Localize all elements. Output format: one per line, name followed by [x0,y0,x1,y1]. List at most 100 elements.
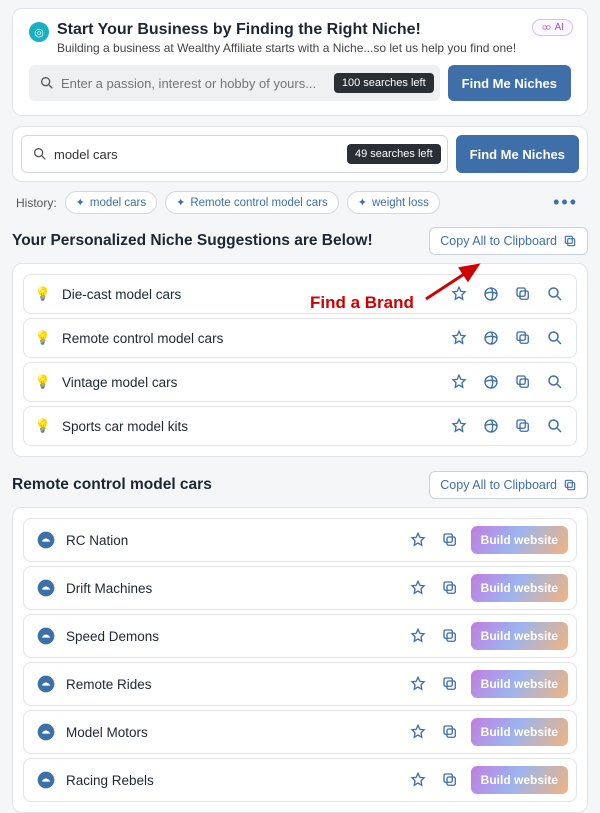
promo-title: Start Your Business by Finding the Right… [57,21,516,39]
brand-icon [36,626,56,646]
lightbulb-icon: 💡 [34,373,52,391]
brand-icon [36,722,56,742]
favorite-button[interactable] [407,769,429,791]
find-brand-button[interactable] [480,415,502,437]
brand-row: Speed Demons Build website [23,614,577,658]
brand-row: Drift Machines Build website [23,566,577,610]
favorite-button[interactable] [407,673,429,695]
brand-label: Drift Machines [66,581,397,596]
copy-button[interactable] [439,721,461,743]
copy-button[interactable] [439,673,461,695]
copy-button[interactable] [512,327,534,349]
history-chip-label: Remote control model cars [190,197,327,209]
search-button[interactable] [544,371,566,393]
history-row: History: ✦model cars✦Remote control mode… [16,190,584,215]
copy-icon [563,234,577,248]
search-button[interactable] [544,283,566,305]
copy-all-suggestions-button[interactable]: Copy All to Clipboard [429,227,588,255]
main-search-input[interactable] [48,147,347,162]
brand-label: Model Motors [66,725,397,740]
lightbulb-icon: 💡 [34,417,52,435]
brand-icon [36,674,56,694]
promo-icon: ◎ [29,22,49,42]
brands-section: Remote control model cars Copy All to Cl… [12,471,588,813]
favorite-button[interactable] [448,327,470,349]
brand-label: RC Nation [66,533,397,548]
suggestion-row: 💡 Die-cast model cars [23,274,577,314]
suggestion-row: 💡 Remote control model cars [23,318,577,358]
copy-button[interactable] [512,415,534,437]
tag-icon: ✦ [176,196,185,209]
promo-find-button[interactable]: Find Me Niches [448,65,571,101]
promo-search-counter: 100 searches left [334,73,434,93]
brand-icon [36,578,56,598]
lightbulb-icon: 💡 [34,329,52,347]
tag-icon: ✦ [76,196,85,209]
history-chip[interactable]: ✦ Remote control model cars [165,191,339,214]
ai-badge: AI [532,19,573,36]
history-chip[interactable]: ✦model cars [65,191,157,214]
copy-button[interactable] [439,577,461,599]
build-website-button[interactable]: Build website [471,718,568,746]
find-brand-button[interactable] [480,283,502,305]
promo-search-input[interactable] [55,76,334,91]
brand-label: Speed Demons [66,629,397,644]
search-icon [39,75,55,91]
copy-button[interactable] [512,283,534,305]
copy-button[interactable] [439,529,461,551]
favorite-button[interactable] [407,625,429,647]
suggestion-label: Die-cast model cars [62,287,438,302]
brand-label: Racing Rebels [66,773,397,788]
suggestion-row: 💡 Sports car model kits [23,406,577,446]
lightbulb-icon: 💡 [34,285,52,303]
brand-icon [36,530,56,550]
suggestion-label: Remote control model cars [62,331,438,346]
copy-button[interactable] [439,769,461,791]
copy-icon [563,478,577,492]
promo-search-box[interactable]: 100 searches left [29,65,440,101]
copy-all-brands-button[interactable]: Copy All to Clipboard [429,471,588,499]
promo-card: AI ◎ Start Your Business by Finding the … [12,8,588,116]
copy-button[interactable] [512,371,534,393]
brand-row: Racing Rebels Build website [23,758,577,802]
suggestions-title: Your Personalized Niche Suggestions are … [12,232,373,250]
favorite-button[interactable] [448,371,470,393]
main-find-button[interactable]: Find Me Niches [456,135,579,173]
main-search-box[interactable]: 49 searches left [21,135,448,173]
search-icon [32,146,48,162]
tag-icon: ✦ [358,196,367,209]
favorite-button[interactable] [448,283,470,305]
brand-row: RC Nation Build website [23,518,577,562]
search-button[interactable] [544,415,566,437]
copy-button[interactable] [439,625,461,647]
suggestions-section: Your Personalized Niche Suggestions are … [12,227,588,457]
history-more-button[interactable]: ••• [547,190,584,215]
build-website-button[interactable]: Build website [471,574,568,602]
brand-row: Remote Rides Build website [23,662,577,706]
brand-row: Model Motors Build website [23,710,577,754]
find-brand-button[interactable] [480,371,502,393]
favorite-button[interactable] [407,577,429,599]
promo-subtitle: Building a business at Wealthy Affiliate… [57,41,516,55]
main-search-card: 49 searches left Find Me Niches [12,126,588,182]
find-brand-button[interactable] [480,327,502,349]
brand-label: Remote Rides [66,677,397,692]
suggestion-label: Sports car model kits [62,419,438,434]
favorite-button[interactable] [448,415,470,437]
favorite-button[interactable] [407,529,429,551]
brand-icon [36,770,56,790]
brands-title: Remote control model cars [12,476,212,494]
build-website-button[interactable]: Build website [471,670,568,698]
suggestions-panel: 💡 Die-cast model cars 💡 Remote control mode… [12,263,588,457]
build-website-button[interactable]: Build website [471,526,568,554]
suggestion-label: Vintage model cars [62,375,438,390]
build-website-button[interactable]: Build website [471,622,568,650]
favorite-button[interactable] [407,721,429,743]
search-button[interactable] [544,327,566,349]
history-label: History: [16,196,57,210]
history-chip[interactable]: ✦weight loss [347,191,440,214]
main-search-counter: 49 searches left [347,144,441,164]
brands-panel: RC Nation Build website Drift Machines Buil… [12,507,588,813]
suggestion-row: 💡 Vintage model cars [23,362,577,402]
build-website-button[interactable]: Build website [471,766,568,794]
